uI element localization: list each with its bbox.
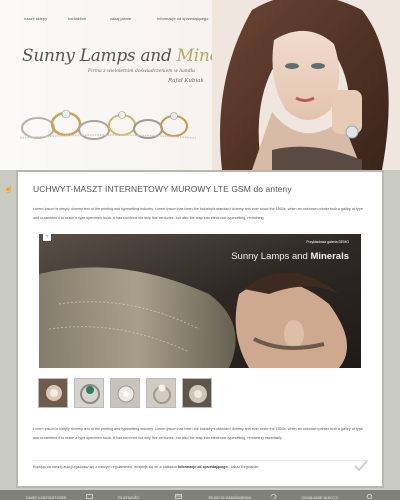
footer-item-zdjecia-zamowienia[interactable]: ZDJĘCIA ZAMÓWIENIA: [208, 495, 251, 500]
product-title: UCHWYT-MASZT INTERNETOWY MUROWY LTE GSM …: [33, 184, 292, 194]
auction-panel: UCHWYT-MASZT INTERNETOWY MUROWY LTE GSM …: [16, 170, 384, 488]
thumbnail-image-5: [183, 379, 211, 407]
gallery-thumbnail-1[interactable]: [38, 378, 68, 408]
thumbnail-image-1: [39, 379, 67, 407]
hero-title-part1: Sunny Lamps and: [231, 251, 311, 262]
thumbnail-image-3: [111, 379, 139, 407]
info-icon: [366, 494, 373, 499]
hero-title: Sunny Lamps and Minerals: [231, 251, 349, 262]
gallery-thumbnail-5[interactable]: [182, 378, 212, 408]
divider: [33, 460, 368, 461]
brand-name-part1: Sunny Lamps and: [22, 46, 177, 66]
footer-bar: DANE KONTAKTOWE PŁATNOŚĆ ZDJĘCIA ZAMÓWIE…: [0, 490, 400, 500]
agreement-link[interactable]: Informacje od sprzedającego: [178, 465, 228, 469]
hero-small-label: Przykładowa galeria DEMO: [306, 240, 349, 244]
agreement-note: Kupując na naszej aukcji zgadzasz się z …: [33, 465, 259, 469]
gallery-thumbnail-2[interactable]: [74, 378, 104, 408]
thumbnail-image-4: [147, 379, 175, 407]
hero-title-part2: Minerals: [310, 251, 349, 262]
payment-icon: [175, 494, 182, 499]
nav-item-nasze-sklepy[interactable]: nasze sklepy: [24, 16, 47, 21]
hero-add-icon[interactable]: +: [43, 234, 51, 241]
nav-item-informacje[interactable]: Informacje od sprzedającego: [157, 16, 208, 21]
agreement-text-after: - zakaz Regulamin.: [227, 465, 260, 469]
brand-signature: Rafał Kubiak: [168, 78, 204, 84]
header: nasze sklepy kontakt/ce zakaj jabnie Inf…: [0, 0, 400, 170]
checkmark-icon: [354, 460, 368, 472]
model-portrait-image: [212, 0, 400, 170]
footer-item-dane-kontaktowe[interactable]: DANE KONTAKTOWE: [26, 495, 66, 500]
nav-item-kontakt[interactable]: kontakt/ce: [68, 16, 86, 21]
gallery-thumbnail-3[interactable]: [110, 378, 140, 408]
refresh-icon: [270, 494, 277, 499]
nav-item-zakaj-jabnie[interactable]: zakaj jabnie: [110, 16, 131, 21]
hand-cursor-icon: ☝: [4, 186, 13, 193]
gallery-thumbnail-4[interactable]: [146, 378, 176, 408]
product-description-1: Lorem Ipsum is simply dummy text of the …: [33, 207, 363, 220]
gallery-hero-image[interactable]: + Przykładowa galeria DEMO Sunny Lamps a…: [39, 234, 361, 368]
brand-tagline: Firma z wieloletnim doświadczeniem w han…: [88, 69, 195, 74]
contact-card-icon: [86, 494, 93, 499]
thumbnail-image-2: [75, 379, 103, 407]
product-description-2: Lorem Ipsum is simply dummy text of the …: [33, 427, 363, 440]
jewelry-banner-image: [19, 109, 197, 140]
footer-item-dzialanie-aukcji[interactable]: DZIAŁANIE AUKCJI: [302, 495, 338, 500]
footer-item-platnosc[interactable]: PŁATNOŚĆ: [118, 495, 139, 500]
agreement-text-before: Kupując na naszej aukcji zgadzasz się z …: [33, 465, 179, 469]
